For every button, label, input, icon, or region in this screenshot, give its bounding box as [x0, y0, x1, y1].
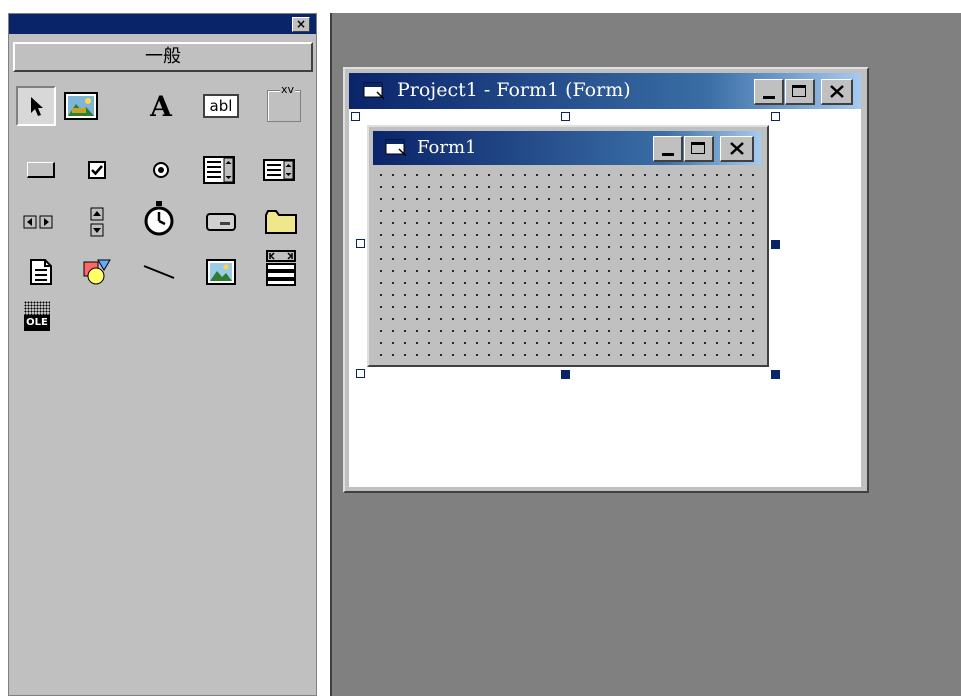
- timer-tool-button[interactable]: [139, 198, 179, 238]
- resize-handle-top-right: [771, 112, 780, 121]
- label-tool-button[interactable]: A: [141, 86, 181, 126]
- listbox-icon: [263, 159, 295, 181]
- ole-icon: OLE: [24, 301, 50, 331]
- shape-icon: [82, 258, 112, 286]
- designer-minimize-button[interactable]: [754, 79, 784, 105]
- vscrollbar-icon: [90, 207, 104, 237]
- form1-icon: [385, 139, 407, 161]
- ole-icon-label: OLE: [24, 315, 50, 331]
- data-icon: [265, 250, 297, 286]
- optionbutton-tool-button[interactable]: [141, 150, 181, 190]
- checkbox-icon: [88, 161, 106, 179]
- hscrollbar-tool-button[interactable]: [18, 202, 58, 242]
- toolbox-titlebar[interactable]: ×: [9, 14, 316, 34]
- form1-minimize-button[interactable]: [653, 136, 683, 162]
- form1-title: Form1: [417, 137, 477, 158]
- minimize-icon: [763, 96, 775, 99]
- maximize-icon: [792, 85, 806, 97]
- data-tool-button[interactable]: [261, 248, 301, 288]
- form-icon: [363, 82, 385, 104]
- line-tool-button[interactable]: [139, 252, 179, 292]
- vscrollbar-tool-button[interactable]: [77, 202, 117, 242]
- toolbox-close-button[interactable]: ×: [292, 17, 310, 32]
- designer-maximize-button[interactable]: [785, 79, 815, 105]
- resize-handle-middle-left: [356, 239, 365, 248]
- form1-window[interactable]: Form1: [367, 125, 769, 367]
- maximize-icon: [691, 142, 705, 154]
- drivelistbox-icon: [206, 213, 236, 231]
- textbox-tool-button[interactable]: abl: [201, 86, 241, 126]
- frame-tool-button[interactable]: xv: [264, 83, 304, 126]
- form1-close-button[interactable]: [720, 136, 754, 162]
- filelistbox-tool-button[interactable]: [21, 252, 61, 292]
- picturebox-tool-button[interactable]: [61, 86, 101, 126]
- image-icon: [206, 259, 236, 285]
- drivelistbox-tool-button[interactable]: [201, 202, 241, 242]
- shape-tool-button[interactable]: [77, 252, 117, 292]
- pointer-tool-button[interactable]: [16, 86, 56, 126]
- picturebox-icon: [64, 92, 98, 120]
- timer-icon: [142, 200, 176, 236]
- resize-handle-middle-right[interactable]: [771, 240, 780, 249]
- toolbox-window: × 一般 A abl xv OLE: [8, 13, 317, 696]
- commandbutton-tool-button[interactable]: [21, 150, 61, 190]
- hscrollbar-icon: [23, 215, 53, 229]
- dirlistbox-tool-button[interactable]: [261, 202, 301, 242]
- form1-maximize-button[interactable]: [684, 136, 714, 162]
- resize-handle-top-left: [351, 112, 360, 121]
- pointer-icon: [24, 94, 48, 118]
- resize-handle-top-center: [561, 112, 570, 121]
- line-icon: [142, 262, 176, 282]
- resize-handle-bottom-right[interactable]: [771, 370, 780, 379]
- minimize-icon: [662, 153, 674, 156]
- combobox-icon: [203, 156, 235, 184]
- designer-close-button[interactable]: [821, 79, 853, 105]
- frame-icon: xv: [267, 83, 301, 122]
- toolbox-tab-general[interactable]: 一般: [13, 42, 313, 72]
- textbox-icon: abl: [203, 94, 239, 118]
- ole-tool-button[interactable]: OLE: [17, 296, 57, 336]
- checkbox-tool-button[interactable]: [77, 150, 117, 190]
- form-designer-title: Project1 - Form1 (Form): [397, 79, 631, 101]
- dirlistbox-icon: [265, 210, 297, 234]
- resize-handle-bottom-left: [356, 369, 365, 378]
- form1-design-grid[interactable]: [371, 165, 763, 361]
- label-icon: A: [150, 89, 172, 123]
- form1-titlebar[interactable]: Form1: [373, 131, 761, 165]
- ole-icon-dots: [24, 301, 50, 315]
- commandbutton-icon: [27, 162, 55, 178]
- resize-handle-bottom-center[interactable]: [561, 370, 570, 379]
- optionbutton-icon: [152, 161, 170, 179]
- frame-icon-caption: xv: [280, 83, 296, 96]
- combobox-tool-button[interactable]: [199, 150, 239, 190]
- form-designer-titlebar[interactable]: Project1 - Form1 (Form): [349, 73, 861, 109]
- filelistbox-icon: [29, 258, 53, 286]
- listbox-tool-button[interactable]: [259, 150, 299, 190]
- image-tool-button[interactable]: [201, 252, 241, 292]
